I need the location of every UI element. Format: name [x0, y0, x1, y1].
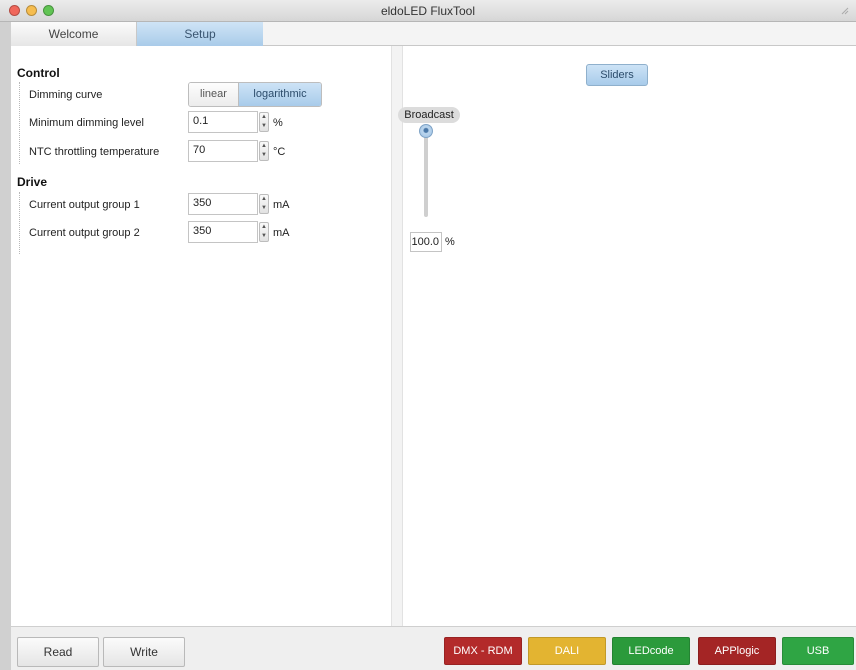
bottom-bar: Read Write DMX - RDM DALI LEDcode APPlog…: [11, 626, 856, 670]
min-dimming-unit: %: [273, 117, 283, 129]
read-button[interactable]: Read: [17, 637, 99, 667]
pane-splitter[interactable]: [391, 46, 403, 626]
sliders-button[interactable]: Sliders: [586, 64, 648, 86]
window-side-edge: [0, 22, 11, 670]
app-window: eldoLED FluxTool Welcome Setup Control D…: [0, 0, 856, 670]
dimming-curve-linear-button[interactable]: linear: [189, 83, 239, 106]
broadcast-slider-track[interactable]: [424, 131, 428, 217]
status-dmx-rdm[interactable]: DMX - RDM: [444, 637, 522, 665]
group1-field[interactable]: 350: [188, 193, 258, 215]
ntc-stepper[interactable]: ▲ ▼: [259, 141, 269, 161]
tab-setup[interactable]: Setup: [137, 22, 263, 46]
ntc-field[interactable]: 70: [188, 140, 258, 162]
min-dimming-label: Minimum dimming level: [29, 117, 144, 129]
status-dali[interactable]: DALI: [528, 637, 606, 665]
resize-icon[interactable]: [840, 6, 850, 16]
broadcast-value-field[interactable]: 100.0: [410, 232, 442, 252]
dimming-curve-label: Dimming curve: [29, 89, 103, 101]
broadcast-label: Broadcast: [398, 107, 460, 123]
group1-label: Current output group 1: [29, 199, 140, 211]
dimming-curve-segmented: linear logarithmic: [188, 82, 322, 107]
ntc-unit: °C: [273, 146, 286, 158]
min-dimming-stepper[interactable]: ▲ ▼: [259, 112, 269, 132]
tab-bar: Welcome Setup: [11, 22, 856, 46]
title-bar: eldoLED FluxTool: [0, 0, 856, 22]
group2-stepper[interactable]: ▲ ▼: [259, 222, 269, 242]
window-title: eldoLED FluxTool: [380, 4, 476, 18]
drive-section-title: Drive: [17, 175, 48, 189]
ntc-label: NTC throttling temperature: [29, 146, 160, 158]
broadcast-value-unit: %: [445, 236, 455, 248]
setup-panel: Control Dimming curve linear logarithmic…: [11, 46, 856, 626]
broadcast-slider-knob[interactable]: [419, 124, 433, 138]
tab-welcome[interactable]: Welcome: [11, 22, 137, 46]
drive-tree-line: [19, 192, 20, 254]
min-dimming-field[interactable]: 0.1: [188, 111, 258, 133]
group2-label: Current output group 2: [29, 227, 140, 239]
group2-field[interactable]: 350: [188, 221, 258, 243]
status-usb[interactable]: USB: [782, 637, 854, 665]
group1-stepper[interactable]: ▲ ▼: [259, 194, 269, 214]
control-tree-line: [19, 82, 20, 164]
group2-unit: mA: [273, 227, 290, 239]
group1-unit: mA: [273, 199, 290, 211]
status-ledcode[interactable]: LEDcode: [612, 637, 690, 665]
control-section-title: Control: [17, 66, 60, 80]
write-button[interactable]: Write: [103, 637, 185, 667]
dimming-curve-logarithmic-button[interactable]: logarithmic: [239, 83, 321, 106]
status-applogic[interactable]: APPlogic: [698, 637, 776, 665]
